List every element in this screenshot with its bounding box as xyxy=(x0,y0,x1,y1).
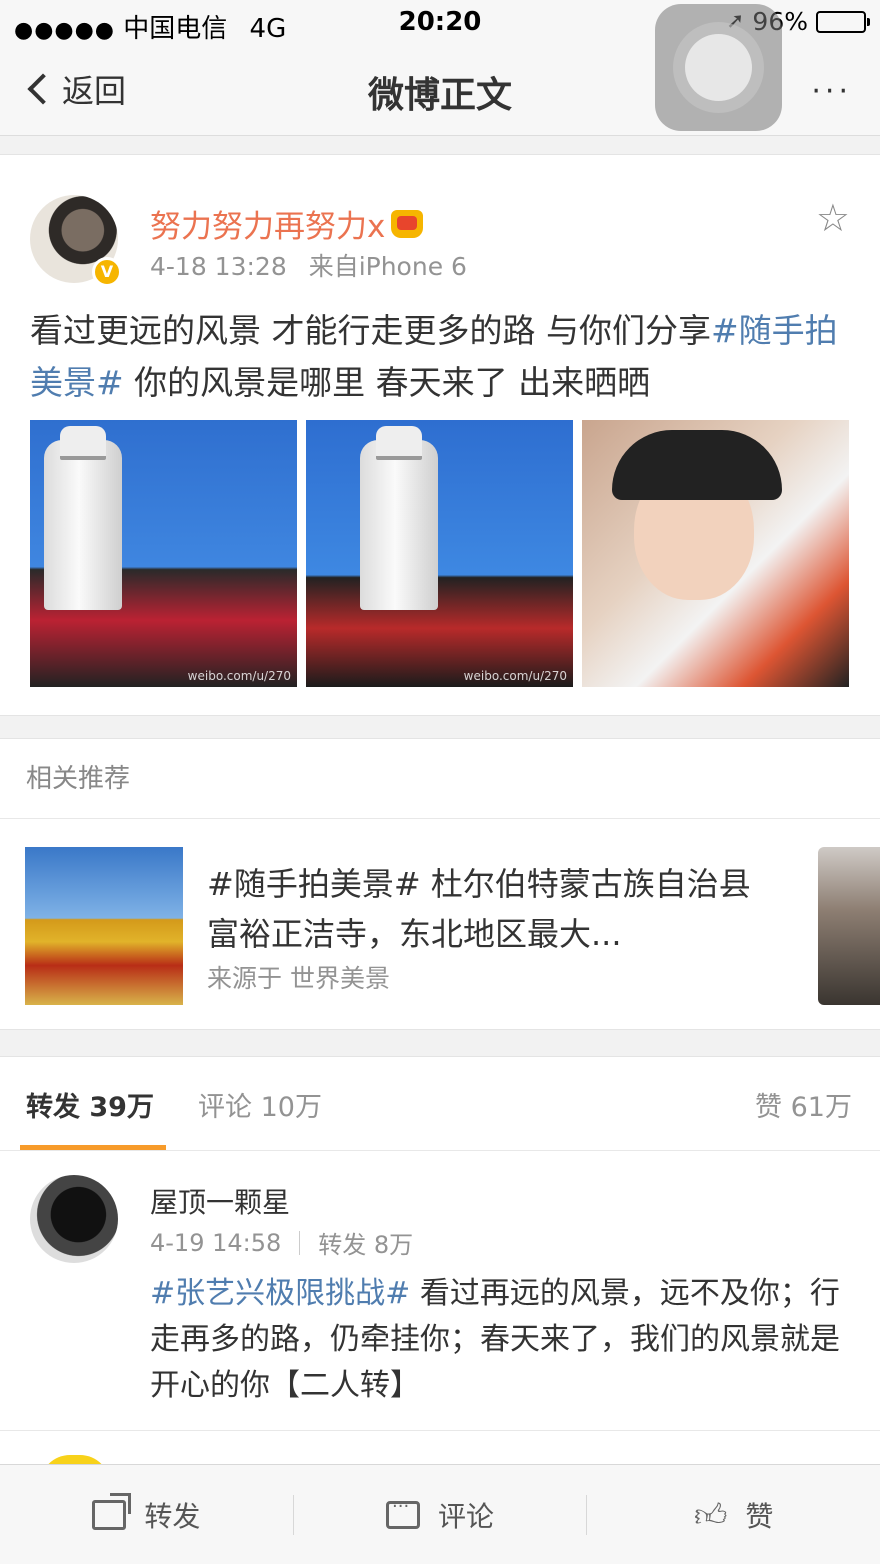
like-label: 赞 xyxy=(745,1499,774,1533)
post-image-lighthouse-group[interactable]: weibo.com/u/270 xyxy=(30,420,297,687)
active-tab-indicator xyxy=(20,1145,166,1150)
like-button[interactable]: 👍︎ 赞 xyxy=(586,1494,880,1535)
image-watermark: weibo.com/u/270 xyxy=(463,669,567,683)
repost-meta: 4-19 14:58 转发 8万 xyxy=(150,1225,413,1260)
meta-divider xyxy=(299,1230,301,1255)
battery-icon xyxy=(816,10,870,33)
assistive-touch-button[interactable] xyxy=(655,4,782,131)
post-meta: 4-18 13:28 来自iPhone 6 xyxy=(150,247,467,283)
interaction-section: 转发 39万 评论 10万 赞 61万 屋顶一颗星 4-19 14:58 转发 … xyxy=(0,1056,880,1485)
post-text: 看过更远的风景 才能行走更多的路 与你们分享#随手拍美景# 你的风景是哪里 春天… xyxy=(30,305,850,409)
repost-text: #张艺兴极限挑战# 看过再远的风景，远不及你；行走再多的路，仍牵挂你；春天来了，… xyxy=(150,1271,860,1409)
comment-icon xyxy=(386,1496,420,1529)
repost-time: 4-19 14:58 xyxy=(150,1228,282,1257)
recommend-thumbnail xyxy=(25,847,183,1005)
comment-label: 评论 xyxy=(438,1499,495,1533)
thumbs-up-icon: 👍︎ xyxy=(693,1495,728,1534)
lighthouse-shape xyxy=(44,426,122,610)
verified-badge: V xyxy=(92,257,122,287)
tab-comment[interactable]: 评论 10万 xyxy=(198,1085,322,1124)
post-image-lighthouse-back[interactable]: weibo.com/u/270 xyxy=(306,420,573,687)
image-watermark: weibo.com/u/270 xyxy=(187,669,291,683)
crown-icon xyxy=(391,209,424,238)
weibo-post: V 努力努力再努力x 4-18 13:28 来自iPhone 6 ☆ 看过更远的… xyxy=(0,154,880,716)
reposter-name[interactable]: 屋顶一颗星 xyxy=(150,1181,290,1221)
tab-like[interactable]: 赞 61万 xyxy=(755,1085,852,1124)
repost-button[interactable]: 转发 xyxy=(0,1492,293,1535)
recommend-next-card[interactable] xyxy=(818,847,880,1005)
post-text-tail: 你的风景是哪里 春天来了 出来晒晒 xyxy=(123,363,651,402)
related-recommendations: 相关推荐 #随手拍美景# 杜尔伯特蒙古族自治县富裕正洁寺，东北地区最大... 来… xyxy=(0,738,880,1030)
lighthouse-shape xyxy=(360,426,438,610)
more-button[interactable]: ··· xyxy=(811,74,852,109)
author-name-row: 努力努力再努力x xyxy=(150,201,424,246)
repost-item[interactable]: 屋顶一颗星 4-19 14:58 转发 8万 #张艺兴极限挑战# 看过再远的风景… xyxy=(0,1151,880,1431)
post-text-main: 看过更远的风景 才能行走更多的路 与你们分享 xyxy=(30,311,711,350)
favorite-star-icon[interactable]: ☆ xyxy=(816,199,850,237)
post-image-selfie[interactable] xyxy=(582,420,849,687)
repost-hashtag[interactable]: #张艺兴极限挑战# xyxy=(150,1276,410,1311)
tab-repost[interactable]: 转发 39万 xyxy=(26,1085,154,1124)
post-source: 来自iPhone 6 xyxy=(308,252,467,281)
recommend-card[interactable]: #随手拍美景# 杜尔伯特蒙古族自治县富裕正洁寺，东北地区最大... 来源于 世界… xyxy=(25,847,825,1005)
repost-count: 转发 8万 xyxy=(318,1231,414,1259)
author-name[interactable]: 努力努力再努力x xyxy=(150,201,385,246)
recommend-title: #随手拍美景# 杜尔伯特蒙古族自治县富裕正洁寺，东北地区最大... xyxy=(207,865,751,953)
post-images: weibo.com/u/270 weibo.com/u/270 xyxy=(30,420,850,687)
bottom-toolbar: 转发 评论 👍︎ 赞 xyxy=(0,1464,880,1564)
recommend-source: 来源于 世界美景 xyxy=(207,964,390,993)
interaction-tabs: 转发 39万 评论 10万 赞 61万 xyxy=(0,1057,880,1151)
assistive-center-icon xyxy=(685,34,752,101)
post-time: 4-18 13:28 xyxy=(150,252,287,281)
repost-label: 转发 xyxy=(144,1499,201,1533)
recommend-header: 相关推荐 xyxy=(0,739,880,819)
comment-button[interactable]: 评论 xyxy=(292,1494,587,1535)
reposter-avatar[interactable] xyxy=(30,1175,118,1263)
repost-icon xyxy=(92,1492,132,1530)
cap-shape xyxy=(612,430,782,500)
